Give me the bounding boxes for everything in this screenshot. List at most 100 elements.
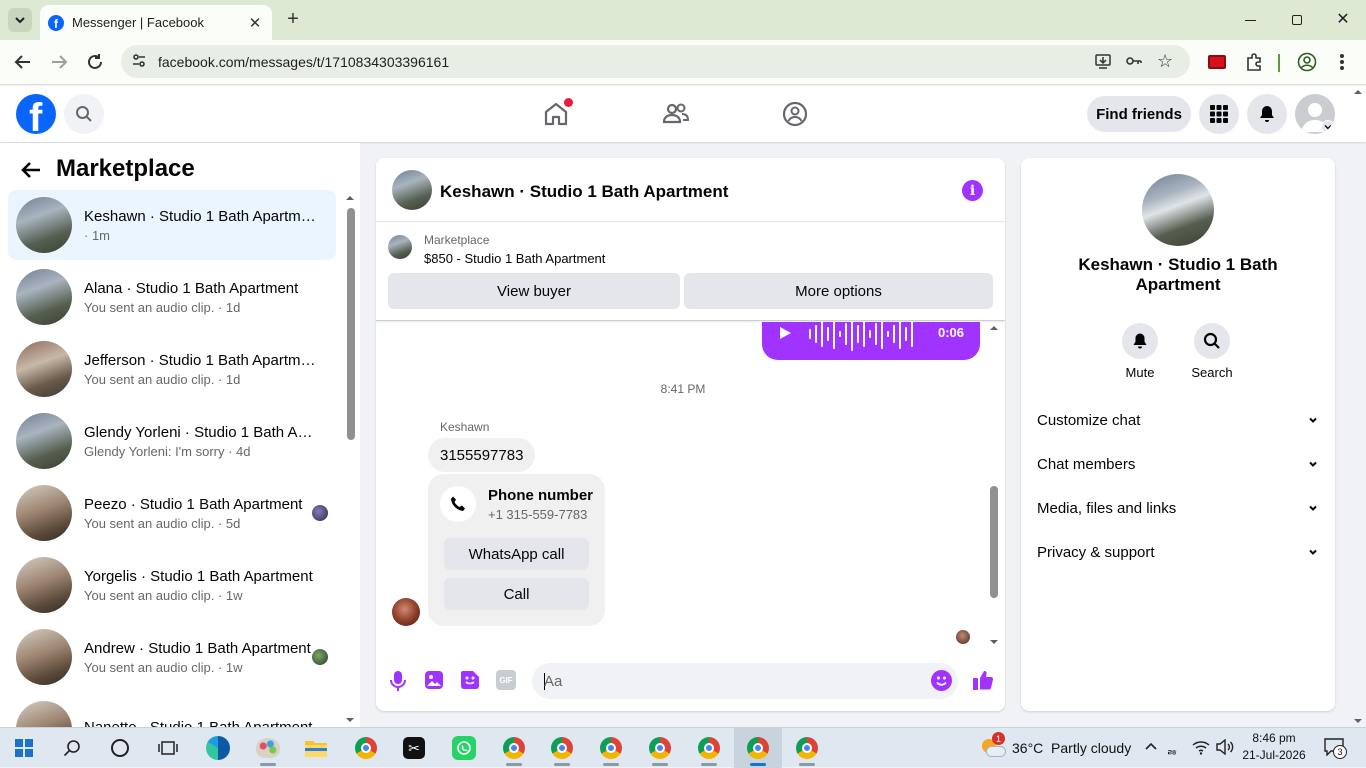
more-options-button[interactable]: More options (684, 273, 993, 309)
address-bar[interactable]: facebook.com/messages/t/1710834303396161… (121, 45, 1190, 78)
view-buyer-button[interactable]: View buyer (388, 273, 680, 309)
show-hidden-icons-icon[interactable] (1144, 740, 1158, 754)
minimize-icon[interactable] (1240, 10, 1260, 30)
chat-header-avatar[interactable] (392, 170, 432, 210)
sidebar-scrollbar[interactable] (344, 193, 356, 725)
notifications-bell-icon[interactable] (1247, 94, 1287, 134)
page-scroll-up-icon[interactable] (1352, 88, 1364, 96)
listing-thumbnail[interactable] (388, 235, 412, 259)
clock[interactable]: 8:46 pm 21-Jul-2026 (1240, 731, 1308, 762)
chrome-profile-6-icon[interactable] (734, 728, 782, 768)
notification-center-icon[interactable]: 3 (1324, 738, 1347, 759)
groups-icon[interactable] (781, 100, 809, 128)
search-conversation-button[interactable]: Search (1188, 323, 1236, 380)
info-icon[interactable]: i (962, 180, 983, 201)
scroll-up-icon[interactable] (344, 193, 356, 203)
edge-browser-icon[interactable] (198, 728, 238, 768)
sidebar-scroll-thumb[interactable] (347, 208, 355, 440)
thumbs-up-icon[interactable] (972, 669, 994, 691)
chrome-profile-1-icon[interactable] (494, 728, 534, 768)
scroll-down-icon[interactable] (344, 715, 356, 725)
menu-icon[interactable] (1340, 52, 1344, 72)
home-icon[interactable] (542, 98, 573, 128)
emoji-icon[interactable] (931, 670, 952, 691)
thread-scroll-down-icon[interactable] (989, 638, 999, 646)
page-scrollbar[interactable] (1352, 88, 1366, 725)
taskbar-search-icon[interactable] (52, 728, 92, 768)
call-button[interactable]: Call (444, 578, 589, 610)
whatsapp-icon[interactable] (444, 728, 484, 768)
chrome-profile-7-icon[interactable] (787, 728, 827, 768)
conversation-item-jefferson[interactable]: Jefferson · Studio 1 Bath Apartment You s… (8, 334, 336, 404)
weather-widget[interactable]: 1 36°C Partly cloudy (980, 728, 1131, 768)
privacy-support-section[interactable]: Privacy & support (1037, 537, 1319, 567)
thread-scroll-thumb[interactable] (990, 486, 998, 598)
chat-header-title[interactable]: Keshawn · Studio 1 Bath Apartment (440, 182, 728, 202)
conversation-item-alana[interactable]: Alana · Studio 1 Bath Apartment You sent … (8, 262, 336, 332)
bookmark-star-icon[interactable]: ☆ (1157, 51, 1173, 72)
find-friends-button[interactable]: Find friends (1087, 96, 1191, 132)
back-arrow-icon[interactable] (20, 159, 42, 181)
thread-scroll-up-icon[interactable] (989, 324, 999, 332)
browser-tab-messenger[interactable]: f Messenger | Facebook ✕ (40, 5, 272, 40)
whatsapp-call-button[interactable]: WhatsApp call (444, 538, 589, 570)
customize-chat-section[interactable]: Customize chat (1037, 405, 1319, 435)
capcut-icon[interactable]: ✂ (394, 728, 434, 768)
running-indicator (701, 763, 717, 766)
forward-icon[interactable] (48, 51, 70, 73)
extension-icon[interactable] (1208, 55, 1226, 69)
message-input[interactable]: Aa (532, 663, 958, 699)
back-icon[interactable] (12, 51, 34, 73)
chat-members-section[interactable]: Chat members (1037, 449, 1319, 479)
sticker-icon[interactable] (460, 670, 480, 690)
chevron-down-icon (1309, 417, 1317, 423)
microphone-icon[interactable] (388, 670, 408, 692)
tab-close-icon[interactable]: ✕ (244, 12, 266, 34)
info-avatar[interactable] (1142, 174, 1214, 246)
input-language-icon[interactable]: ᆶ (1166, 738, 1178, 757)
task-view-icon[interactable] (148, 728, 188, 768)
conversation-item-glendy[interactable]: Glendy Yorleni · Studio 1 Bath Apartment… (8, 406, 336, 476)
reload-icon[interactable] (84, 51, 106, 73)
listing-title[interactable]: $850 - Studio 1 Bath Apartment (424, 251, 605, 266)
mute-button[interactable]: Mute (1120, 323, 1160, 380)
close-window-icon[interactable]: ✕ (1333, 9, 1353, 29)
account-avatar[interactable] (1295, 94, 1335, 134)
conversation-item-andrew[interactable]: Andrew · Studio 1 Bath Apartment You sent… (8, 622, 336, 692)
site-info-icon[interactable] (131, 53, 147, 69)
chrome-profile-4-icon[interactable] (640, 728, 680, 768)
conversation-item-keshawn[interactable]: Keshawn · Studio 1 Bath Apartment · 1m (8, 190, 336, 260)
new-tab-icon[interactable]: + (282, 8, 304, 30)
play-icon[interactable] (778, 326, 792, 340)
puzzle-icon[interactable] (1244, 52, 1264, 72)
conversation-item-peezo[interactable]: Peezo · Studio 1 Bath Apartment You sent … (8, 478, 336, 548)
media-files-links-section[interactable]: Media, files and links (1037, 493, 1319, 523)
message-bubble[interactable]: 3155597783 (428, 438, 536, 472)
chrome-icon[interactable] (346, 728, 386, 768)
chrome-profile-2-icon[interactable] (542, 728, 582, 768)
menu-grid-icon[interactable] (1199, 94, 1239, 134)
conversation-item-yorgelis[interactable]: Yorgelis · Studio 1 Bath Apartment You se… (8, 550, 336, 620)
search-icon[interactable] (64, 94, 104, 134)
gif-icon[interactable]: GIF (496, 670, 516, 690)
page-scroll-down-icon[interactable] (1352, 717, 1364, 725)
windows-start-icon[interactable] (4, 728, 44, 768)
photo-icon[interactable] (424, 670, 444, 690)
sender-avatar[interactable] (392, 598, 420, 626)
friends-icon[interactable] (662, 100, 690, 128)
cortana-icon[interactable] (100, 728, 140, 768)
chrome-profile-5-icon[interactable] (689, 728, 729, 768)
audio-message-bubble[interactable]: 0:06 (762, 322, 980, 360)
conversation-item-nanette[interactable]: Nanette · Studio 1 Bath Apartment (8, 694, 336, 727)
file-explorer-icon[interactable] (296, 728, 336, 768)
maximize-icon[interactable] (1287, 10, 1307, 30)
volume-icon[interactable] (1216, 739, 1234, 755)
tab-search-icon[interactable] (8, 8, 32, 32)
install-app-icon[interactable] (1094, 52, 1112, 70)
profile-icon[interactable] (1297, 52, 1317, 72)
password-key-icon[interactable] (1125, 52, 1143, 70)
wifi-icon[interactable] (1192, 739, 1210, 755)
paint-app-icon[interactable] (248, 728, 288, 768)
facebook-logo-icon[interactable]: f (16, 94, 56, 134)
chrome-profile-3-icon[interactable] (591, 728, 631, 768)
